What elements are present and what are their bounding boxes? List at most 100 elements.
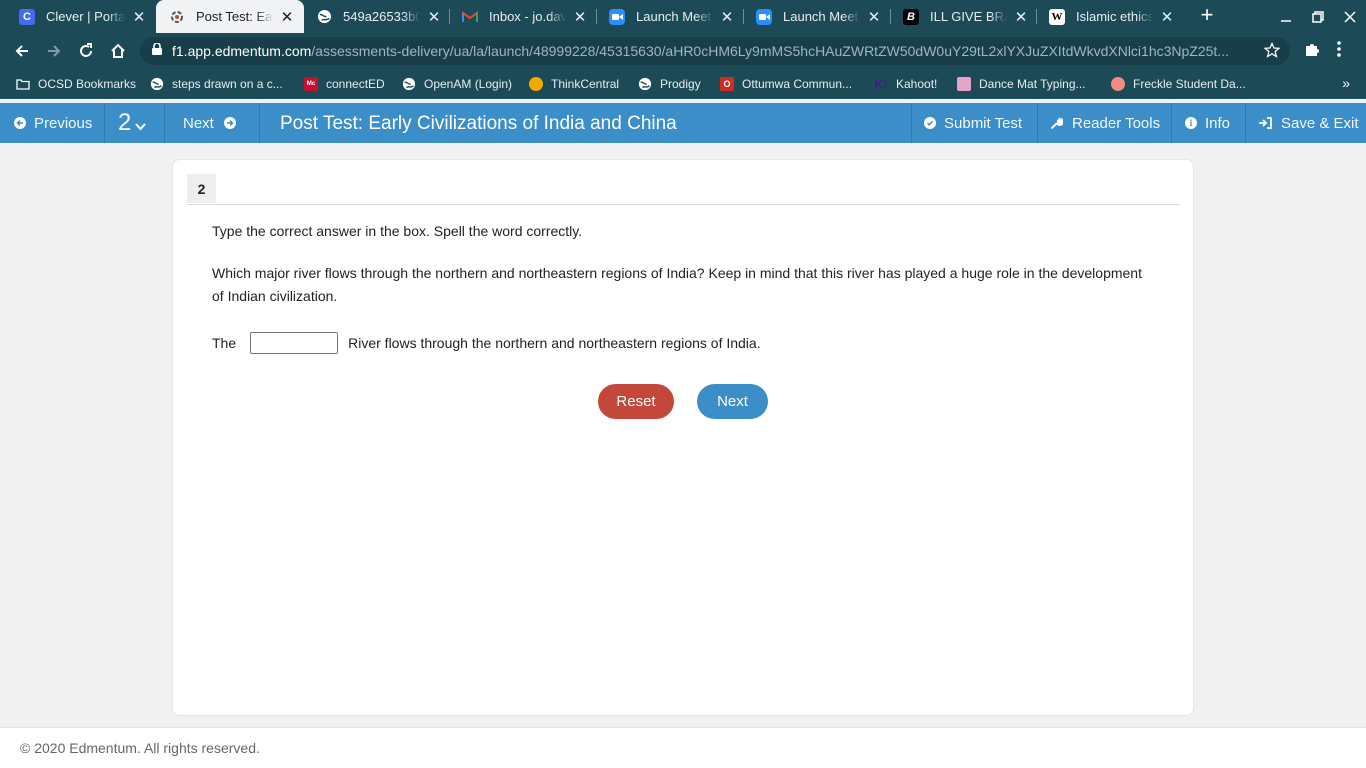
bookmark-label: Freckle Student Da... — [1133, 77, 1246, 91]
tab-title: Launch Meeting — [636, 9, 713, 24]
bookmark-label: OCSD Bookmarks — [38, 77, 137, 91]
extensions-puzzle-icon[interactable] — [1303, 41, 1321, 64]
bookmark-ottumwa[interactable]: O Ottumwa Commun... — [720, 75, 852, 93]
tab-separator — [449, 9, 450, 24]
header-divider — [1171, 103, 1172, 143]
bookmark-label: ThinkCentral — [551, 77, 620, 91]
close-tab-icon[interactable]: ✕ — [1159, 8, 1175, 26]
globe-icon — [150, 77, 164, 91]
bookmark-kahoot[interactable]: K! Kahoot! — [874, 75, 938, 93]
close-tab-icon[interactable]: ✕ — [1013, 8, 1029, 26]
next-button[interactable]: Next — [697, 384, 768, 419]
bookmark-connected[interactable]: Mc connectED — [304, 75, 385, 93]
close-tab-icon[interactable]: ✕ — [572, 8, 588, 26]
restore-icon[interactable] — [1302, 0, 1334, 33]
fill-in-sentence: The River flows through the northern and… — [212, 331, 761, 355]
bookmark-label: Dance Mat Typing... — [979, 77, 1086, 91]
reload-icon[interactable] — [72, 37, 100, 65]
bookmark-label: steps drawn on a c... — [172, 77, 283, 91]
browser-tab-post-test[interactable]: Post Test: Early ✕ — [156, 0, 304, 33]
arrow-left-circle-icon — [14, 117, 26, 129]
arrow-right-circle-icon — [223, 117, 236, 129]
back-arrow-icon[interactable] — [8, 37, 36, 65]
globe-icon — [638, 77, 652, 91]
browser-tab-link[interactable]: 549a26533b06 ✕ — [303, 0, 451, 33]
edmentum-icon — [169, 9, 185, 25]
question-instruction: Type the correct answer in the box. Spel… — [212, 223, 583, 239]
question-card: 2 Type the correct answer in the box. Sp… — [172, 159, 1194, 716]
url-text[interactable]: f1.app.edmentum.com/assessments-delivery… — [172, 43, 1247, 59]
tab-title: Post Test: Early — [196, 9, 273, 24]
freckle-icon — [1111, 77, 1125, 91]
bookmark-openam[interactable]: OpenAM (Login) — [402, 75, 512, 93]
zoom-icon — [756, 8, 772, 25]
bookmark-freckle[interactable]: Freckle Student Da... — [1111, 75, 1246, 93]
question-header: 2 — [187, 174, 1180, 205]
reset-button[interactable]: Reset — [598, 384, 674, 419]
header-divider — [259, 103, 260, 143]
zoom-icon — [609, 8, 625, 25]
kebab-menu-icon[interactable] — [1337, 41, 1341, 62]
close-window-icon[interactable] — [1334, 0, 1366, 33]
save-exit-button[interactable]: Save & Exit — [1258, 103, 1359, 143]
submit-test-button[interactable]: Submit Test — [924, 103, 1022, 143]
browser-tab-clever[interactable]: C Clever | Portal ✕ — [6, 0, 156, 33]
info-circle-icon: i — [1185, 117, 1197, 129]
bookmark-label: Ottumwa Commun... — [742, 77, 853, 91]
close-tab-icon[interactable]: ✕ — [866, 8, 882, 26]
folder-icon — [16, 77, 30, 91]
info-label: Info — [1205, 114, 1231, 132]
new-tab-button[interactable]: + — [1195, 4, 1219, 28]
save-exit-label: Save & Exit — [1281, 114, 1359, 132]
header-next-button[interactable]: Next — [183, 103, 236, 143]
globe-icon — [316, 9, 332, 25]
reader-tools-button[interactable]: Reader Tools — [1050, 103, 1160, 143]
globe-icon — [402, 77, 416, 91]
browser-toolbar: f1.app.edmentum.com/assessments-delivery… — [0, 33, 1366, 69]
bookmark-steps[interactable]: steps drawn on a c... — [150, 75, 283, 93]
close-tab-icon[interactable]: ✕ — [719, 8, 735, 26]
bookmark-dance-mat[interactable]: Dance Mat Typing... — [957, 75, 1086, 93]
info-button[interactable]: i Info — [1185, 103, 1230, 143]
question-number-dropdown[interactable]: 2 — [118, 103, 147, 143]
previous-button[interactable]: Previous — [14, 103, 92, 143]
bookmark-label: Prodigy — [660, 77, 701, 91]
tab-title: 549a26533b06 — [343, 9, 420, 24]
previous-label: Previous — [34, 114, 93, 132]
close-tab-icon[interactable]: ✕ — [131, 8, 147, 26]
header-divider — [1037, 103, 1038, 143]
url-path: /assessments-delivery/ua/la/launch/48999… — [311, 43, 1229, 59]
browser-tab-zoom-2[interactable]: Launch Meeting ✕ — [743, 0, 891, 33]
tab-title: Islamic ethics - — [1076, 9, 1153, 24]
browser-tab-wikipedia[interactable]: W Islamic ethics - ✕ — [1036, 0, 1184, 33]
lock-icon[interactable] — [152, 42, 162, 60]
copyright-text: © 2020 Edmentum. All rights reserved. — [20, 740, 260, 756]
close-tab-icon[interactable]: ✕ — [279, 8, 295, 26]
submit-test-label: Submit Test — [944, 114, 1023, 132]
sign-out-icon — [1258, 117, 1272, 129]
browser-tab-gmail[interactable]: Inbox - jo.davis ✕ — [449, 0, 597, 33]
reader-tools-label: Reader Tools — [1072, 114, 1161, 132]
bookmark-label: Kahoot! — [896, 77, 938, 91]
header-divider — [1245, 103, 1246, 143]
browser-tab-zoom-1[interactable]: Launch Meeting ✕ — [596, 0, 744, 33]
question-number-badge: 2 — [187, 174, 216, 203]
bookmark-prodigy[interactable]: Prodigy — [638, 75, 701, 93]
bookmark-ocsd[interactable]: OCSD Bookmarks — [16, 75, 136, 93]
browser-tab-brainly[interactable]: B ILL GIVE BRAIN ✕ — [890, 0, 1038, 33]
address-bar[interactable]: f1.app.edmentum.com/assessments-delivery… — [140, 37, 1290, 65]
sentence-prefix: The — [212, 335, 237, 351]
more-bookmarks-chevron-icon[interactable]: » — [1342, 75, 1350, 91]
bookmark-star-icon[interactable] — [1263, 41, 1281, 63]
bookmark-thinkcentral[interactable]: ThinkCentral — [529, 75, 619, 93]
close-tab-icon[interactable]: ✕ — [426, 8, 442, 26]
tab-separator — [1036, 9, 1037, 24]
tab-separator — [890, 9, 891, 24]
minimize-icon[interactable] — [1270, 0, 1302, 33]
wrench-icon — [1050, 117, 1063, 130]
home-icon[interactable] — [104, 37, 132, 65]
forward-arrow-icon[interactable] — [40, 37, 68, 65]
url-domain: f1.app.edmentum.com — [172, 43, 312, 59]
kahoot-icon: K! — [874, 77, 888, 91]
answer-input[interactable] — [250, 332, 339, 354]
